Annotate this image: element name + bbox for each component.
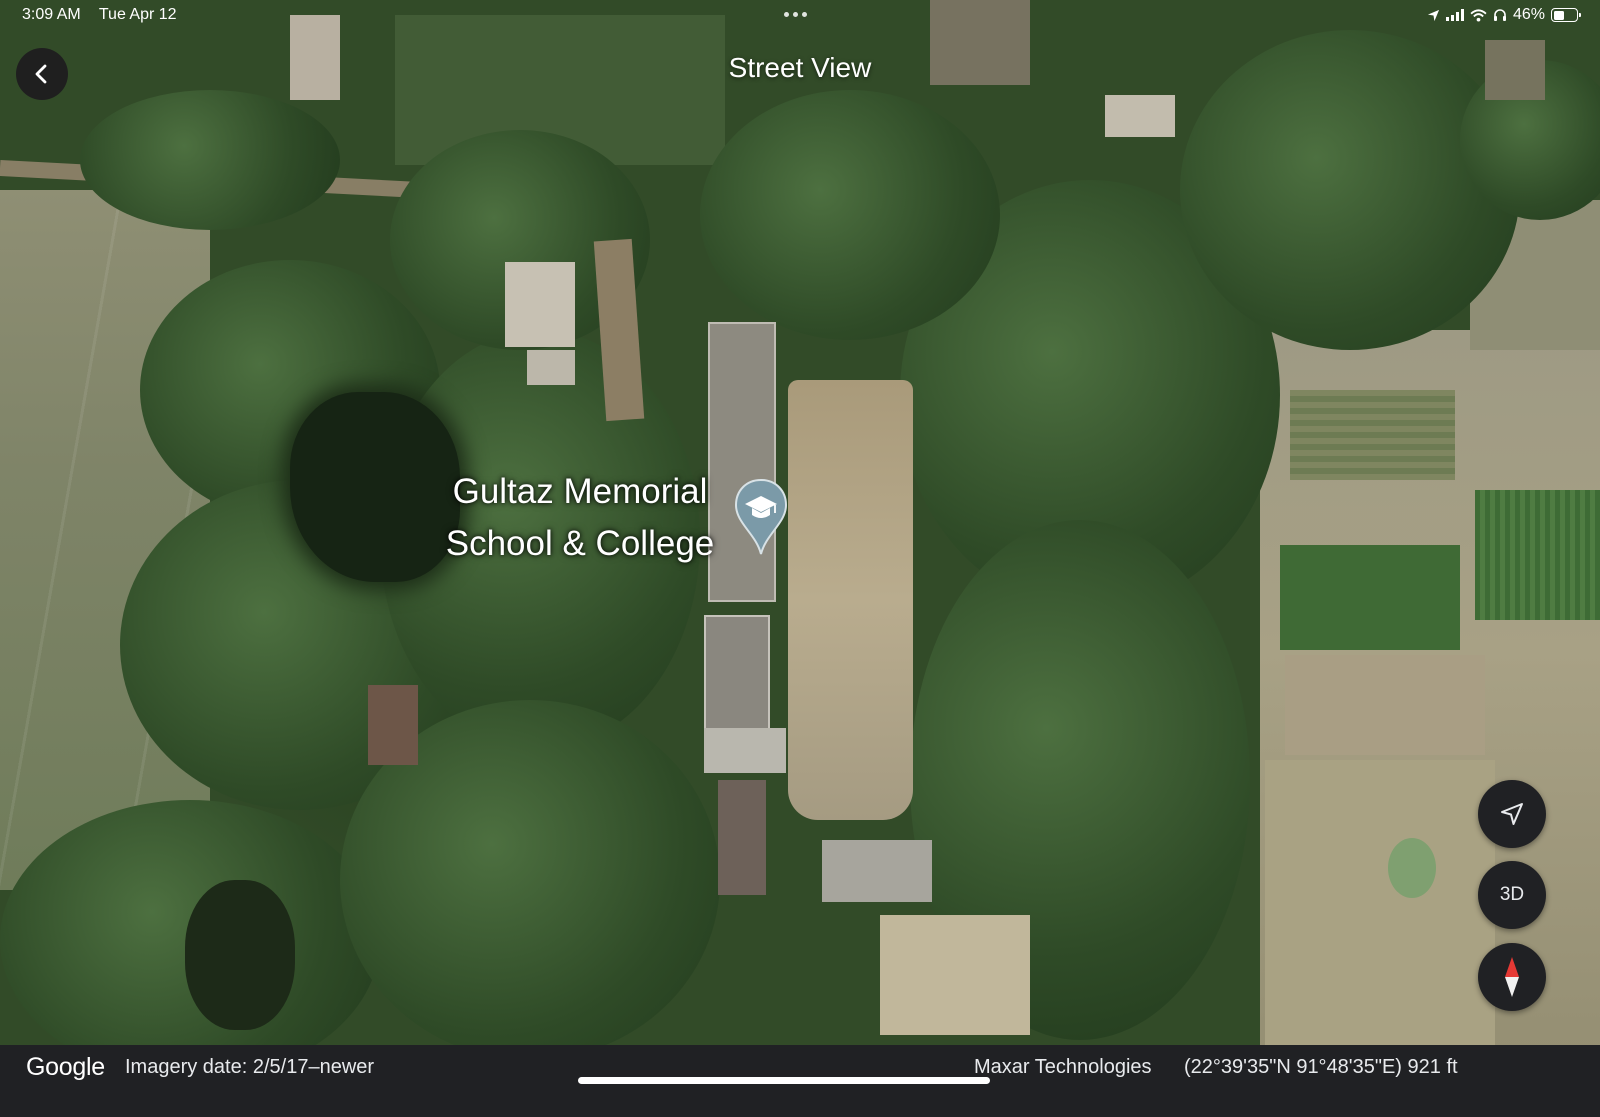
status-bar: 3:09 AM Tue Apr 12 46%: [0, 0, 1600, 34]
battery-icon: [1551, 8, 1581, 22]
building-roof: [704, 615, 770, 735]
pond: [185, 880, 295, 1030]
headphones-icon: [1493, 9, 1506, 21]
page-title: Street View: [728, 52, 872, 83]
battery-percent: 46%: [1512, 6, 1545, 23]
crop-plot: [1475, 490, 1600, 620]
toggle-3d-label: 3D: [1499, 884, 1525, 905]
navigation-arrow-icon: [1501, 803, 1523, 825]
building-roof: [822, 840, 932, 902]
building-roof: [368, 685, 418, 765]
building-roof: [527, 350, 575, 385]
playground: [880, 915, 1030, 1035]
home-indicator[interactable]: [578, 1077, 990, 1084]
small-pond: [1388, 838, 1436, 898]
crop-plot: [1265, 760, 1495, 1045]
satellite-map[interactable]: [0, 0, 1600, 1117]
cellular-signal-icon: [1445, 9, 1464, 21]
imagery-date: Imagery date: 2/5/17–newer: [125, 1056, 375, 1078]
google-logo: Google: [26, 1053, 105, 1081]
wifi-icon: [1470, 8, 1487, 22]
status-date: Tue Apr 12: [98, 6, 177, 23]
place-label[interactable]: Gultaz Memorial School & College: [420, 466, 740, 570]
status-time: 3:09 AM: [22, 6, 81, 23]
building-roof: [704, 728, 786, 773]
multitasking-dots-icon[interactable]: [784, 12, 807, 17]
location-arrow-icon: [1427, 9, 1440, 21]
tree-canopy: [80, 90, 340, 230]
toggle-3d-button[interactable]: 3D: [1478, 861, 1546, 929]
status-time-date: 3:09 AM Tue Apr 12: [22, 6, 191, 24]
tree-canopy: [700, 90, 1000, 340]
my-location-button[interactable]: [1478, 780, 1546, 848]
compass-needle-icon: [1505, 957, 1519, 997]
crop-plot: [1280, 545, 1460, 650]
building-roof: [505, 262, 575, 347]
crop-plot: [1290, 390, 1455, 480]
crop-plot: [1285, 655, 1485, 755]
attribution-bar: Google Imagery date: 2/5/17–newer Maxar …: [0, 1045, 1600, 1117]
playground: [788, 380, 913, 820]
school-pin-marker[interactable]: [734, 478, 788, 558]
place-name-line2: School & College: [445, 524, 715, 563]
compass-button[interactable]: [1478, 943, 1546, 1011]
building-roof: [718, 780, 766, 895]
building-roof: [1105, 95, 1175, 137]
status-indicators: 46%: [1427, 6, 1581, 24]
place-name-line1: Gultaz Memorial: [452, 472, 708, 511]
imagery-provider[interactable]: Maxar Technologies: [974, 1056, 1152, 1079]
coordinates-readout: (22°39'35"N 91°48'35"E) 921 ft: [1184, 1056, 1458, 1078]
